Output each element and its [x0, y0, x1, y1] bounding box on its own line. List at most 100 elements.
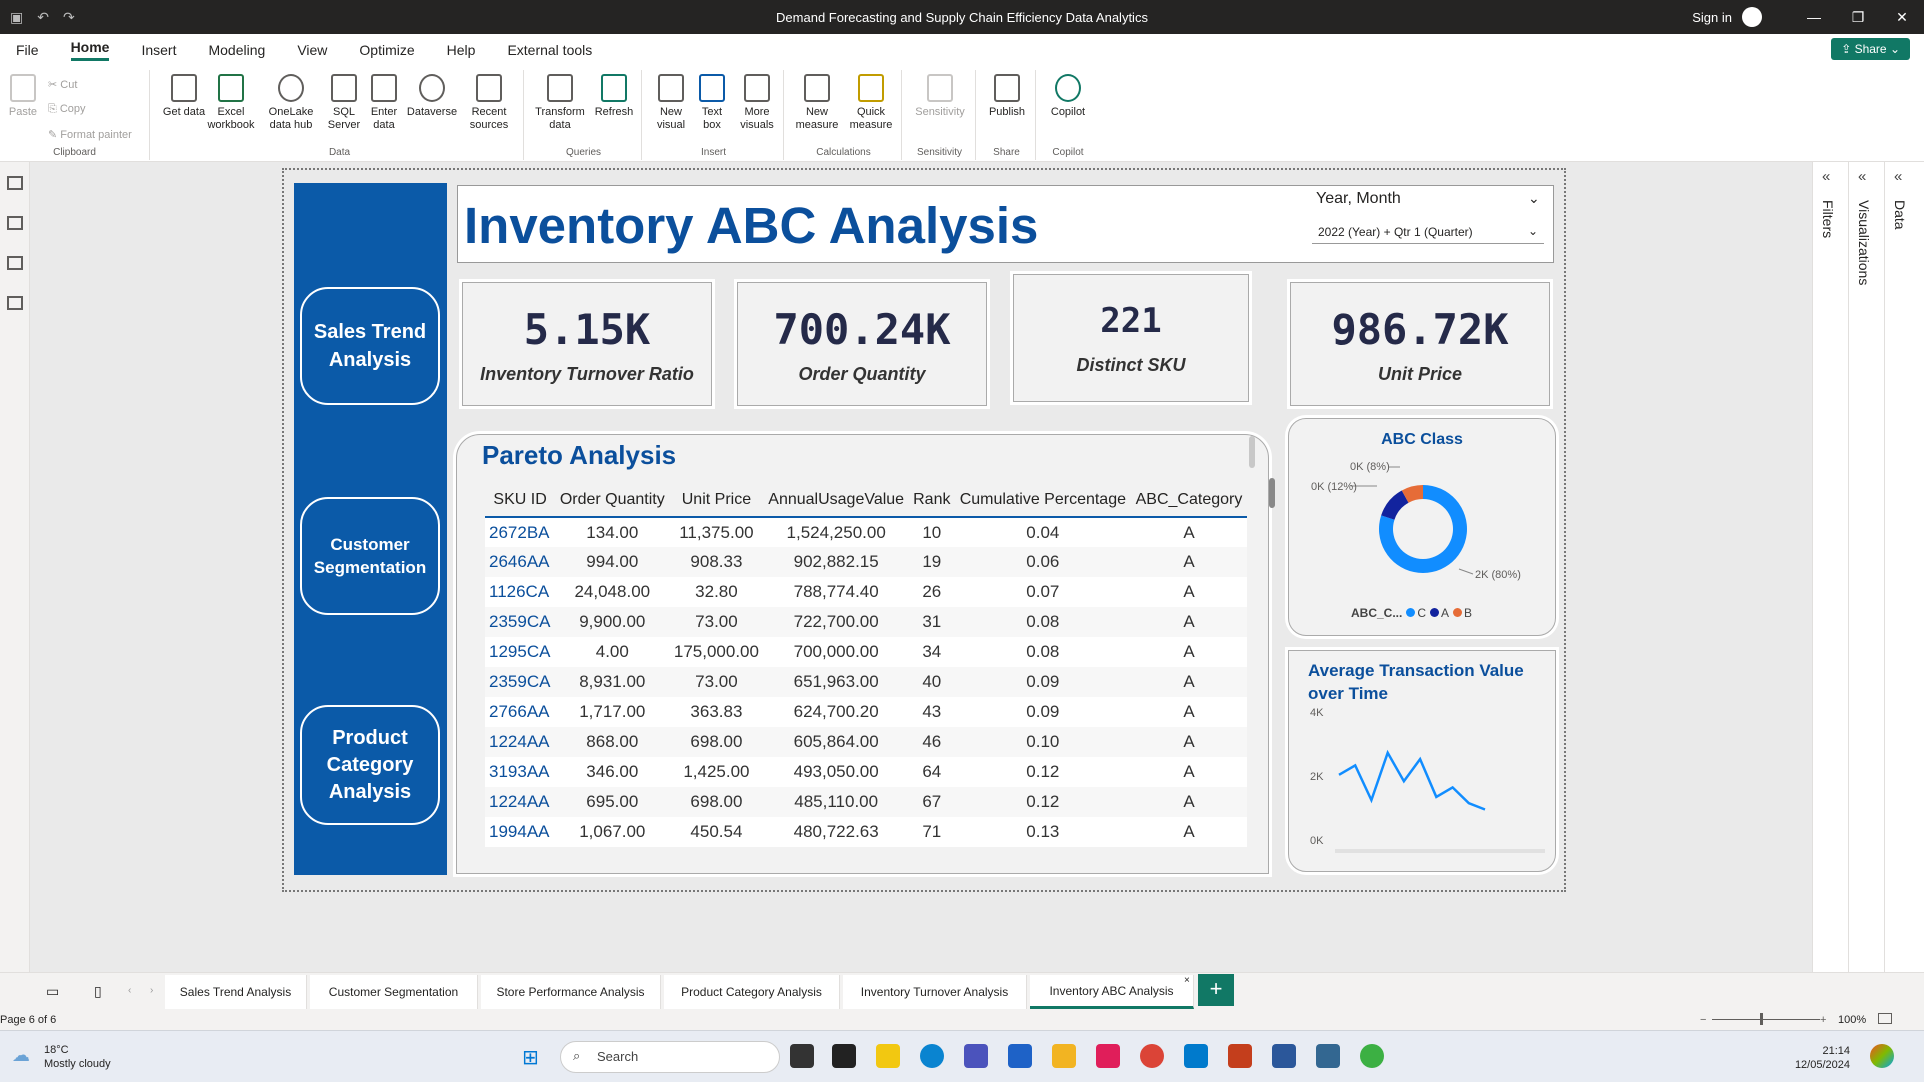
menu-view[interactable]: View: [297, 42, 327, 58]
fit-to-page-icon[interactable]: [1878, 1013, 1892, 1024]
sensitivity-button[interactable]: Sensitivity: [910, 74, 970, 119]
zoom-in-icon[interactable]: +: [1820, 1014, 1826, 1026]
system-clock[interactable]: 21:14 12/05/2024: [1795, 1044, 1850, 1072]
tab-product-category[interactable]: Product Category Analysis: [664, 975, 840, 1009]
file-explorer-icon[interactable]: [1052, 1044, 1076, 1068]
menu-external-tools[interactable]: External tools: [507, 42, 592, 58]
power-bi-icon[interactable]: [876, 1044, 900, 1068]
tab-sales-trend[interactable]: Sales Trend Analysis: [165, 975, 307, 1009]
postgres-icon[interactable]: [1316, 1044, 1340, 1068]
table-view-icon[interactable]: [6, 216, 23, 230]
expand-icon[interactable]: «: [1822, 168, 1830, 185]
copy-button[interactable]: ⎘ Copy: [48, 103, 86, 116]
copilot-button[interactable]: Copilot: [1044, 74, 1092, 119]
taskbar-search[interactable]: ⌕ Search: [560, 1041, 780, 1073]
model-view-icon[interactable]: [6, 256, 23, 270]
table-row[interactable]: 1224AA 868.00 698.00 605,864.00 46 0.10 A: [485, 727, 1247, 757]
menu-home[interactable]: Home: [70, 39, 110, 61]
pareto-scrollbar[interactable]: [1249, 436, 1255, 468]
redo-icon[interactable]: ↷: [63, 9, 75, 26]
dataverse-button[interactable]: Dataverse: [404, 74, 460, 119]
table-row[interactable]: 2672BA 134.00 11,375.00 1,524,250.00 10 0.04 A: [485, 517, 1247, 547]
desktop-layout-icon[interactable]: ▭: [46, 983, 59, 1000]
expand-icon[interactable]: «: [1858, 168, 1866, 185]
close-tab-icon[interactable]: ×: [1184, 975, 1190, 986]
tab-prev-icon[interactable]: ‹: [128, 985, 131, 996]
dax-query-icon[interactable]: [6, 296, 23, 310]
cut-button[interactable]: ✂ Cut: [48, 78, 77, 91]
filters-pane[interactable]: « Filters: [1812, 162, 1848, 972]
green-app-icon[interactable]: [1360, 1044, 1384, 1068]
chrome-icon[interactable]: [1140, 1044, 1164, 1068]
add-page-button[interactable]: +: [1198, 974, 1234, 1006]
table-row[interactable]: 2359CA 9,900.00 73.00 722,700.00 31 0.08 A: [485, 607, 1247, 637]
share-button[interactable]: ⇪ Share ⌄: [1831, 38, 1910, 60]
col-order-quantity[interactable]: Order Quantity: [555, 483, 670, 518]
menu-insert[interactable]: Insert: [141, 42, 176, 58]
menu-file[interactable]: File: [16, 42, 39, 58]
tab-inventory-abc[interactable]: Inventory ABC Analysis: [1030, 975, 1194, 1009]
publish-button[interactable]: Publish: [984, 74, 1030, 119]
account-icon[interactable]: [1742, 7, 1762, 27]
tab-customer-segmentation[interactable]: Customer Segmentation: [310, 975, 478, 1009]
col-annual-usage-value[interactable]: AnnualUsageValue: [763, 483, 909, 518]
menu-modeling[interactable]: Modeling: [208, 42, 265, 58]
edge-icon[interactable]: [920, 1044, 944, 1068]
table-row[interactable]: 1295CA 4.00 175,000.00 700,000.00 34 0.08 A: [485, 637, 1247, 667]
visualizations-pane[interactable]: « Visualizations: [1848, 162, 1884, 972]
tab-next-icon[interactable]: ›: [150, 985, 153, 996]
zoom-handle[interactable]: [1760, 1013, 1763, 1025]
zoom-out-icon[interactable]: −: [1700, 1014, 1706, 1026]
enter-data-button[interactable]: Enter data: [366, 74, 402, 132]
get-data-button[interactable]: Get data: [162, 74, 206, 119]
vscode-icon[interactable]: [1184, 1044, 1208, 1068]
format-painter-button[interactable]: ✎ Format painter: [48, 128, 132, 141]
slack-icon[interactable]: [1096, 1044, 1120, 1068]
year-month-slicer[interactable]: 2022 (Year) + Qtr 1 (Quarter) ⌄: [1312, 220, 1544, 244]
col-cumulative-percentage[interactable]: Cumulative Percentage: [954, 483, 1131, 518]
col-abc-category[interactable]: ABC_Category: [1130, 483, 1247, 518]
teams-icon[interactable]: [964, 1044, 988, 1068]
tab-store-performance[interactable]: Store Performance Analysis: [481, 975, 661, 1009]
report-view-icon[interactable]: [6, 176, 23, 190]
task-view-icon[interactable]: [790, 1044, 814, 1068]
table-row[interactable]: 1224AA 695.00 698.00 485,110.00 67 0.12 A: [485, 787, 1247, 817]
col-unit-price[interactable]: Unit Price: [669, 483, 764, 518]
table-row[interactable]: 3193AA 346.00 1,425.00 493,050.00 64 0.12 A: [485, 757, 1247, 787]
nav-sales-trend-button[interactable]: Sales Trend Analysis: [300, 287, 440, 405]
close-icon[interactable]: ✕: [1880, 9, 1924, 26]
menu-help[interactable]: Help: [447, 42, 476, 58]
powerpoint-icon[interactable]: [1228, 1044, 1252, 1068]
restore-icon[interactable]: ❐: [1836, 9, 1880, 26]
nav-product-category-button[interactable]: Product Category Analysis: [300, 705, 440, 825]
table-row[interactable]: 2766AA 1,717.00 363.83 624,700.20 43 0.09 A: [485, 697, 1247, 727]
start-icon[interactable]: ⊞: [522, 1045, 539, 1070]
table-row[interactable]: 2646AA 994.00 908.33 902,882.15 19 0.06 A: [485, 547, 1247, 577]
more-visuals-button[interactable]: More visuals: [734, 74, 780, 132]
sign-in-link[interactable]: Sign in: [1692, 10, 1732, 25]
new-measure-button[interactable]: New measure: [792, 74, 842, 132]
store-icon[interactable]: [1008, 1044, 1032, 1068]
minimize-icon[interactable]: —: [1792, 9, 1836, 25]
quick-measure-button[interactable]: Quick measure: [844, 74, 898, 132]
page-scrollbar[interactable]: [1269, 478, 1275, 508]
nav-customer-segmentation-button[interactable]: Customer Segmentation: [300, 497, 440, 615]
tab-inventory-turnover[interactable]: Inventory Turnover Analysis: [843, 975, 1027, 1009]
table-row[interactable]: 1126CA 24,048.00 32.80 788,774.40 26 0.07 A: [485, 577, 1247, 607]
undo-icon[interactable]: ↶: [37, 9, 49, 26]
onelake-button[interactable]: OneLake data hub: [262, 74, 320, 132]
slicer-collapse-icon[interactable]: ⌄: [1528, 190, 1540, 207]
col-rank[interactable]: Rank: [908, 483, 955, 518]
recent-sources-button[interactable]: Recent sources: [462, 74, 516, 132]
copilot-taskbar-icon[interactable]: [1870, 1044, 1894, 1068]
weather-widget[interactable]: 18°C Mostly cloudy: [44, 1043, 111, 1071]
table-row[interactable]: 1994AA 1,067.00 450.54 480,722.63 71 0.13 A: [485, 817, 1247, 847]
sql-server-button[interactable]: SQL Server: [324, 74, 364, 132]
save-icon[interactable]: ▣: [10, 9, 23, 26]
zoom-slider[interactable]: [1712, 1019, 1820, 1020]
word-icon[interactable]: [1272, 1044, 1296, 1068]
refresh-button[interactable]: Refresh: [590, 74, 638, 119]
weather-icon[interactable]: ☁: [12, 1045, 30, 1066]
expand-icon[interactable]: «: [1894, 168, 1902, 185]
table-row[interactable]: 2359CA 8,931.00 73.00 651,963.00 40 0.09 A: [485, 667, 1247, 697]
